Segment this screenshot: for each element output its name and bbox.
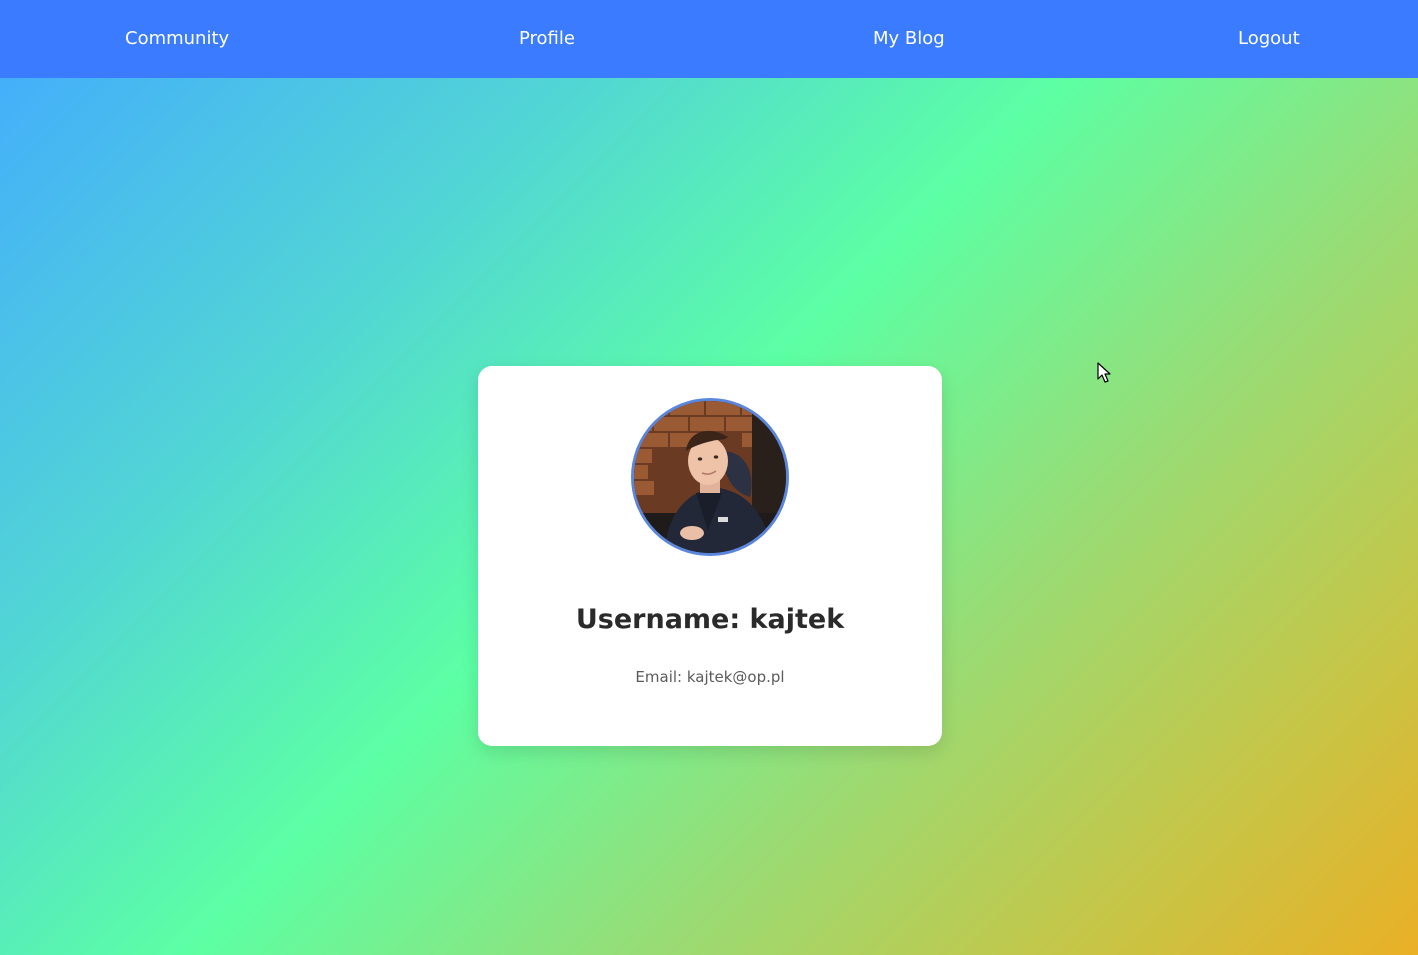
nav-link-logout[interactable]: Logout (1238, 0, 1300, 78)
nav-link-my-blog[interactable]: My Blog (873, 0, 945, 78)
avatar (631, 398, 789, 556)
nav-link-profile[interactable]: Profile (519, 0, 575, 78)
top-navigation-bar: Community Profile My Blog Logout (0, 0, 1418, 78)
profile-email: Email: kajtek@op.pl (635, 668, 785, 686)
nav-link-community[interactable]: Community (125, 0, 229, 78)
profile-photo-icon (634, 401, 786, 553)
mouse-cursor-icon (1097, 362, 1111, 383)
profile-username: Username: kajtek (575, 604, 845, 635)
profile-card: Username: kajtek Email: kajtek@op.pl (478, 366, 942, 746)
